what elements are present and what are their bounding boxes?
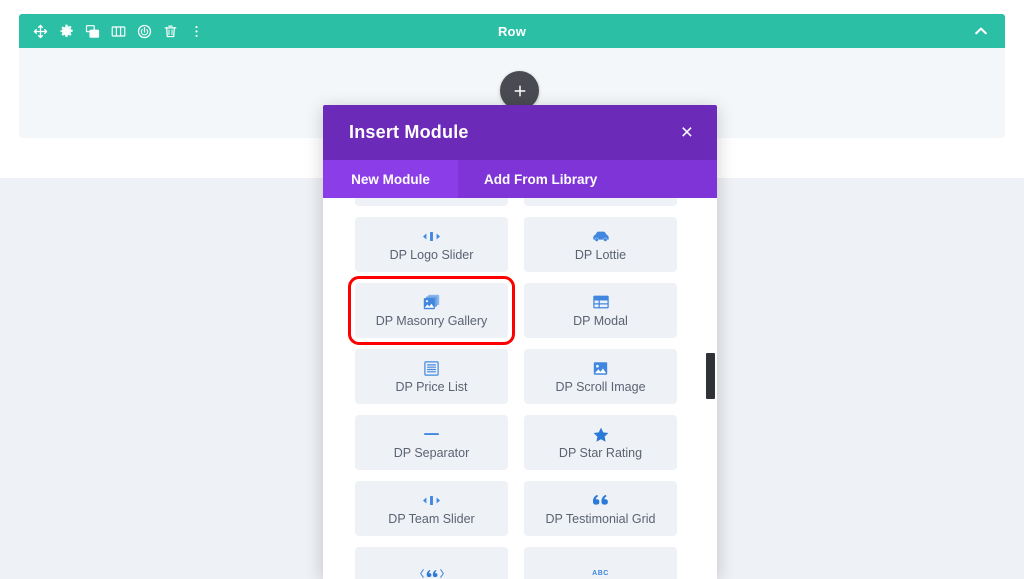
module-card-dp-separator[interactable]: DP Separator (355, 415, 508, 470)
module-label: DP Lottie (574, 247, 627, 262)
tab-add-from-library[interactable]: Add From Library (458, 160, 717, 198)
module-card[interactable] (355, 198, 508, 206)
page-top-band (0, 0, 1024, 14)
quote-slider-icon (419, 565, 445, 579)
module-label: DP Logo Slider (389, 247, 474, 262)
list-icon (424, 360, 439, 377)
modal-scrollbar-thumb[interactable] (706, 353, 715, 399)
chevron-up-icon[interactable] (967, 14, 995, 48)
modal-tab-bar: New Module Add From Library (323, 160, 717, 198)
module-card-dp-modal[interactable]: DP Modal (524, 283, 677, 338)
image-icon (593, 360, 608, 377)
columns-icon[interactable] (105, 14, 131, 48)
row-toolbar: Row (19, 14, 1005, 48)
module-card-dp-lottie[interactable]: DP Lottie (524, 217, 677, 272)
slider-icon (423, 228, 440, 245)
power-icon[interactable] (131, 14, 157, 48)
images-icon (423, 294, 440, 311)
module-card-dp-star-rating[interactable]: DP Star Rating (524, 415, 677, 470)
insert-module-modal: Insert Module × New Module Add From Libr… (323, 105, 717, 579)
tab-new-module[interactable]: New Module (323, 160, 458, 198)
close-icon[interactable]: × (679, 118, 695, 147)
table-icon (592, 294, 609, 311)
modal-title: Insert Module (349, 122, 469, 142)
module-label: DP Team Slider (388, 511, 475, 526)
module-label: DP Testimonial Grid (545, 511, 656, 526)
module-card-dp-testimonial-grid[interactable]: DP Testimonial Grid (524, 481, 677, 536)
gear-icon[interactable] (53, 14, 79, 48)
module-card-dp-scroll-image[interactable]: DP Scroll Image (524, 349, 677, 404)
quote-icon (592, 492, 609, 509)
module-card-dp-team-slider[interactable]: DP Team Slider (355, 481, 508, 536)
module-label: DP Masonry Gallery (375, 313, 488, 328)
module-card-dp-masonry-gallery[interactable]: DP Masonry Gallery (348, 276, 515, 345)
move-icon[interactable] (27, 14, 53, 48)
modal-scrollbar-track[interactable] (706, 198, 716, 579)
star-icon (593, 426, 609, 443)
module-card[interactable] (355, 547, 508, 579)
module-grid: DP Logo Slider DP Lottie DP Masonry Gall… (348, 198, 681, 579)
duplicate-icon[interactable] (79, 14, 105, 48)
car-icon (592, 228, 610, 245)
module-card-dp-logo-slider[interactable]: DP Logo Slider (355, 217, 508, 272)
ellipsis-vertical-icon[interactable] (183, 14, 209, 48)
slider-icon (423, 492, 440, 509)
modal-header: Insert Module × (323, 105, 717, 160)
trash-icon[interactable] (157, 14, 183, 48)
minus-icon (423, 426, 440, 443)
module-label: DP Separator (393, 445, 470, 460)
module-label: DP Modal (573, 313, 628, 328)
module-card-dp-price-list[interactable]: DP Price List (355, 349, 508, 404)
module-label: DP Star Rating (558, 445, 643, 460)
module-label: DP Scroll Image (555, 379, 646, 394)
modal-body: DP Logo Slider DP Lottie DP Masonry Gall… (323, 198, 717, 579)
module-card[interactable] (524, 198, 677, 206)
abc-icon: ABC (592, 569, 609, 577)
module-card[interactable]: ABC (524, 547, 677, 579)
row-toolbar-icon-group (19, 14, 209, 48)
module-label: DP Price List (395, 379, 468, 394)
